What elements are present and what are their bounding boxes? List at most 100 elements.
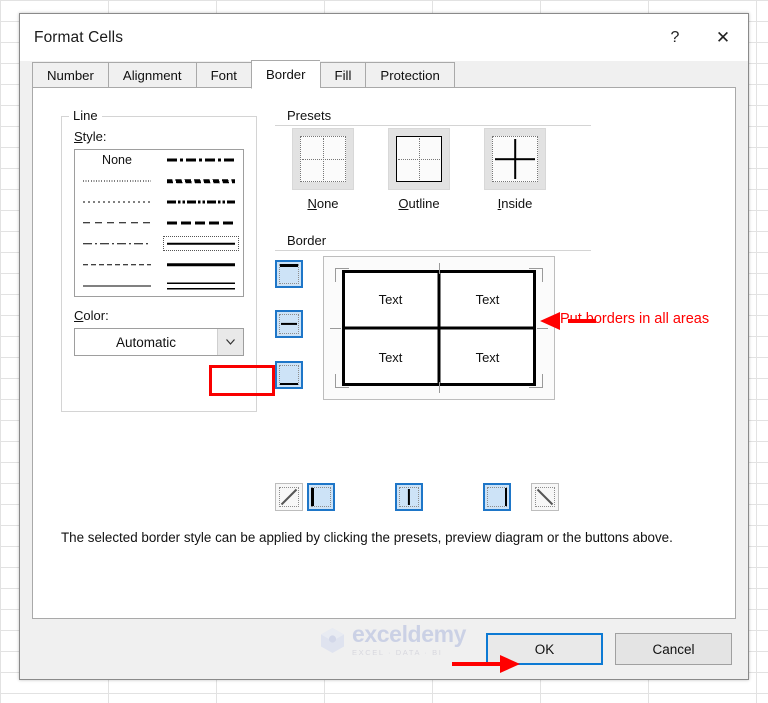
border-vertical-button[interactable] xyxy=(395,483,423,511)
border-bottom-icon xyxy=(279,365,299,385)
format-cells-dialog: Format Cells ? ✕ Number Alignment Font B… xyxy=(19,13,749,680)
tab-alignment[interactable]: Alignment xyxy=(107,62,196,88)
line-style-option-dashdot-thin[interactable] xyxy=(75,233,159,254)
preset-inside-caption: Inside xyxy=(498,196,533,211)
line-group: Line Style: None Color: Automatic xyxy=(61,108,275,412)
line-style-option-double[interactable] xyxy=(159,275,243,296)
tab-strip: Number Alignment Font Border Fill Protec… xyxy=(20,60,748,89)
line-style-none-label: None xyxy=(102,153,132,168)
line-style-option-hairdot[interactable] xyxy=(75,171,159,192)
preset-outline[interactable]: Outline xyxy=(371,128,467,211)
titlebar-buttons: ? ✕ xyxy=(652,14,748,61)
preview-cell-text: Text xyxy=(378,349,403,365)
preset-none-button[interactable] xyxy=(292,128,354,190)
tab-number[interactable]: Number xyxy=(32,62,108,88)
watermark-name: exceldemy xyxy=(352,621,467,647)
line-style-list[interactable]: None xyxy=(74,149,244,297)
border-left-icon xyxy=(311,487,331,507)
preset-inside[interactable]: Inside xyxy=(467,128,563,211)
preview-tick xyxy=(529,387,543,388)
border-left-button[interactable] xyxy=(307,483,335,511)
preview-cell-text: Text xyxy=(475,291,500,307)
border-button-row-bottom xyxy=(275,483,591,513)
preset-none[interactable]: None xyxy=(275,128,371,211)
line-art-dot xyxy=(82,195,152,209)
border-diagonal-down-button[interactable] xyxy=(531,483,559,511)
description-text: The selected border style can be applied… xyxy=(61,530,673,545)
line-art-dashsm xyxy=(82,258,152,272)
tab-border[interactable]: Border xyxy=(250,60,320,89)
border-bottom-button[interactable] xyxy=(275,361,303,389)
border-preview[interactable]: Text Text Text Text xyxy=(323,256,555,400)
line-art-solid xyxy=(82,279,152,293)
line-art-slant xyxy=(166,174,236,188)
line-art-dash xyxy=(82,216,152,230)
border-note-label: Put borders in all areas xyxy=(560,311,710,327)
preset-outline-rest: utline xyxy=(408,196,440,211)
preview-cell-text: Text xyxy=(475,349,500,365)
preview-tick xyxy=(439,263,440,274)
line-style-option-slantdash[interactable] xyxy=(159,171,243,192)
line-style-option-solid[interactable] xyxy=(75,275,159,296)
preset-outline-button[interactable] xyxy=(388,128,450,190)
dialog-titlebar: Format Cells ? ✕ xyxy=(20,14,748,61)
line-art-double xyxy=(166,279,236,293)
dialog-title: Format Cells xyxy=(34,28,124,46)
line-style-option-dashed[interactable] xyxy=(75,213,159,234)
color-label-rest: olor: xyxy=(83,308,109,323)
preview-tick xyxy=(542,268,543,282)
color-dropdown[interactable]: Automatic xyxy=(74,328,244,356)
line-art-solid-thin xyxy=(166,237,236,251)
border-diagonal-up-icon xyxy=(279,487,299,507)
border-tab-panel: Line Style: None Color: Automatic Preset… xyxy=(32,88,736,619)
line-art-dotfine xyxy=(82,174,152,188)
border-preview-grid[interactable]: Text Text Text Text xyxy=(342,270,536,386)
border-editor: Text Text Text Text xyxy=(275,256,591,406)
border-right-button[interactable] xyxy=(483,483,511,511)
chevron-down-icon[interactable] xyxy=(217,329,243,355)
border-group-legend: Border xyxy=(283,233,331,248)
line-style-option-dashdotdot[interactable] xyxy=(159,192,243,213)
preview-cell-text: Text xyxy=(378,291,403,307)
presets-row: None Outline Inside xyxy=(275,128,591,211)
line-art-dashmed xyxy=(166,216,236,230)
tab-protection[interactable]: Protection xyxy=(365,62,455,88)
preview-tick xyxy=(335,268,349,269)
close-icon[interactable]: ✕ xyxy=(698,14,748,61)
preset-outline-caption: Outline xyxy=(398,196,439,211)
preset-outline-icon xyxy=(396,136,442,182)
line-style-option-dashed-thick[interactable] xyxy=(159,213,243,234)
preset-inside-button[interactable] xyxy=(484,128,546,190)
preset-none-caption: None xyxy=(307,196,338,211)
cancel-button[interactable]: Cancel xyxy=(615,633,732,665)
preset-none-icon xyxy=(300,136,346,182)
preview-tick xyxy=(335,387,349,388)
border-top-button[interactable] xyxy=(275,260,303,288)
line-style-option-selected-thin-solid[interactable] xyxy=(159,233,243,254)
line-style-option-dash-small[interactable] xyxy=(75,254,159,275)
style-label: Style: xyxy=(74,129,107,144)
line-style-option-thick-solid[interactable] xyxy=(159,254,243,275)
exceldemy-watermark: exceldemy EXCEL · DATA · BI xyxy=(320,623,466,657)
worksheet-gridline xyxy=(0,693,768,694)
preview-tick xyxy=(529,268,543,269)
border-right-icon xyxy=(487,487,507,507)
preset-inside-rest: nside xyxy=(501,196,533,211)
watermark-tagline: EXCEL · DATA · BI xyxy=(352,648,443,657)
line-style-option-dotted[interactable] xyxy=(75,192,159,213)
preset-none-rest: one xyxy=(316,196,339,211)
preview-tick xyxy=(439,382,440,393)
tab-font[interactable]: Font xyxy=(195,62,251,88)
presets-group-legend: Presets xyxy=(283,108,336,123)
border-horizontal-button[interactable] xyxy=(275,310,303,338)
border-diagonal-up-button[interactable] xyxy=(275,483,303,511)
border-inside-horizontal-icon xyxy=(279,314,299,334)
preset-none-accel: N xyxy=(307,196,317,211)
line-style-option-dashdot[interactable] xyxy=(159,150,243,171)
line-art-dashdotdot xyxy=(166,195,236,209)
help-icon[interactable]: ? xyxy=(652,14,698,61)
line-art-dashdot-thin xyxy=(82,237,152,251)
preset-inside-icon xyxy=(492,136,538,182)
tab-fill[interactable]: Fill xyxy=(319,62,366,88)
line-style-option-none[interactable]: None xyxy=(75,150,159,171)
